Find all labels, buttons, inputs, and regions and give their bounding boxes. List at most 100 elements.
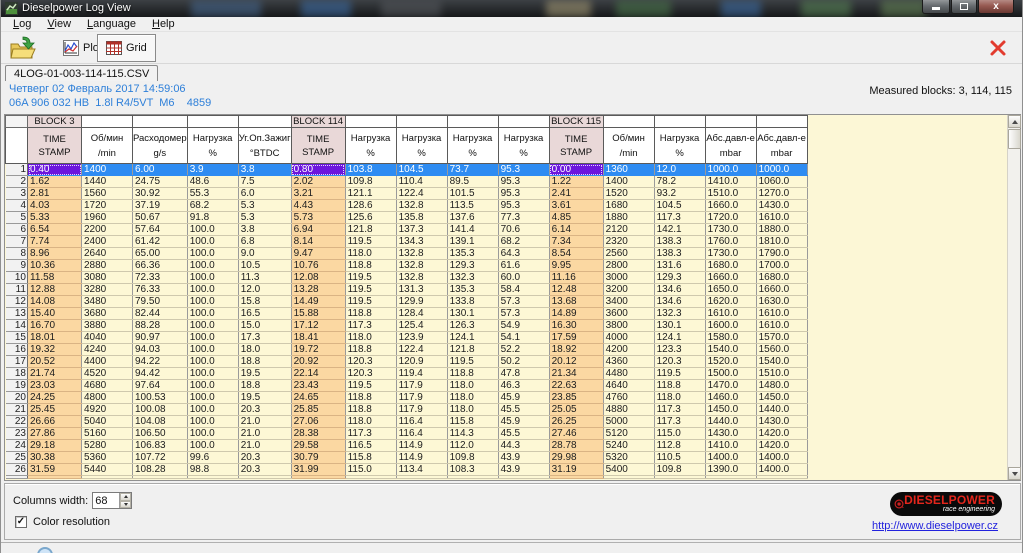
grid-cell[interactable]: 73.7 — [447, 164, 498, 176]
grid-cell[interactable]: 19.32 — [28, 344, 82, 356]
grid-cell[interactable]: 108.3 — [447, 464, 498, 476]
column-header[interactable]: TIMESTAMP — [291, 128, 345, 164]
grid-cell[interactable]: 1440.0 — [756, 404, 807, 416]
grid-cell[interactable]: 118.0 — [447, 404, 498, 416]
row-number[interactable]: 24 — [6, 440, 28, 452]
grid-cell[interactable]: 14.49 — [291, 296, 345, 308]
grid-cell[interactable]: 119.5 — [654, 368, 705, 380]
menu-item-help[interactable]: Help — [144, 18, 183, 30]
grid-cell[interactable]: 4680 — [82, 380, 133, 392]
grid-cell[interactable]: 12.48 — [549, 284, 603, 296]
grid-cell[interactable]: 16.5 — [238, 308, 291, 320]
grid-cell[interactable]: 115.8 — [345, 452, 396, 464]
grid-cell[interactable]: 2200 — [82, 224, 133, 236]
grid-cell[interactable]: 137.6 — [447, 212, 498, 224]
row-number[interactable]: 4 — [6, 200, 28, 212]
grid-cell[interactable]: 50.2 — [498, 356, 549, 368]
grid-cell[interactable]: 129.3 — [654, 272, 705, 284]
grid-cell[interactable]: 1000.0 — [705, 164, 756, 176]
grid-cell[interactable]: 1450.0 — [756, 392, 807, 404]
grid-cell[interactable]: 129.9 — [396, 296, 447, 308]
row-number[interactable]: 21 — [6, 404, 28, 416]
grid-cell[interactable]: 100.0 — [187, 392, 238, 404]
grid-cell[interactable]: 109.8 — [447, 452, 498, 464]
grid-cell[interactable]: 123.3 — [654, 344, 705, 356]
grid-cell[interactable]: 132.3 — [447, 272, 498, 284]
grid-cell[interactable]: 132.8 — [396, 200, 447, 212]
grid-cell[interactable]: 65.00 — [133, 248, 188, 260]
grid-cell[interactable]: 1570.0 — [756, 332, 807, 344]
grid-cell[interactable]: 1060.0 — [756, 176, 807, 188]
grid-cell[interactable]: 100.0 — [187, 320, 238, 332]
grid-cell[interactable]: 1700.0 — [756, 260, 807, 272]
grid-cell[interactable]: 72.33 — [133, 272, 188, 284]
column-header[interactable]: Об/мин/min — [603, 128, 654, 164]
grid-cell[interactable]: 6.54 — [28, 224, 82, 236]
grid-cell[interactable]: 118.0 — [654, 392, 705, 404]
grid-cell[interactable]: 1660.0 — [705, 272, 756, 284]
grid-cell[interactable]: 118.8 — [447, 368, 498, 380]
grid-cell[interactable]: 1960 — [82, 212, 133, 224]
grid-cell[interactable]: 28.38 — [291, 428, 345, 440]
grid-cell[interactable]: 31.59 — [28, 464, 82, 476]
grid-cell[interactable]: 104.5 — [654, 200, 705, 212]
grid-cell[interactable]: 125.6 — [345, 212, 396, 224]
grid-cell[interactable]: 14.89 — [549, 308, 603, 320]
open-file-button[interactable] — [8, 35, 36, 61]
grid-cell[interactable]: 0.40 — [28, 164, 82, 176]
scrollbar-thumb[interactable] — [1008, 129, 1021, 149]
columns-width-input[interactable] — [93, 493, 119, 508]
grid-cell[interactable]: 115.0 — [345, 464, 396, 476]
grid-cell[interactable]: 1650.0 — [705, 284, 756, 296]
grid-cell[interactable]: 134.3 — [396, 236, 447, 248]
grid-cell[interactable]: 2560 — [603, 248, 654, 260]
grid-cell[interactable]: 117.9 — [396, 380, 447, 392]
grid-cell[interactable]: 8.14 — [291, 236, 345, 248]
file-tab[interactable]: 4LOG-01-003-114-115.CSV — [5, 65, 158, 81]
grid-cell[interactable]: 30.79 — [291, 452, 345, 464]
row-number[interactable]: 12 — [6, 296, 28, 308]
grid-cell[interactable]: 100.0 — [187, 224, 238, 236]
grid-cell[interactable]: 37.19 — [133, 200, 188, 212]
row-number[interactable]: 19 — [6, 380, 28, 392]
grid-cell[interactable]: 4240 — [82, 344, 133, 356]
grid-cell[interactable]: 52.2 — [498, 344, 549, 356]
grid-cell[interactable]: 1720 — [82, 200, 133, 212]
column-header[interactable]: Нагрузка% — [396, 128, 447, 164]
row-number[interactable]: 7 — [6, 236, 28, 248]
grid-cell[interactable]: 3880 — [82, 320, 133, 332]
grid-cell[interactable]: 79.50 — [133, 296, 188, 308]
grid-cell[interactable]: 5.73 — [291, 212, 345, 224]
grid-cell[interactable]: 9.47 — [291, 248, 345, 260]
grid-cell[interactable]: 1560 — [82, 188, 133, 200]
grid-cell[interactable]: 95.3 — [498, 176, 549, 188]
grid-cell[interactable]: 5440 — [82, 464, 133, 476]
grid-cell[interactable]: 18.8 — [238, 380, 291, 392]
grid-cell[interactable]: 89.5 — [447, 176, 498, 188]
grid-cell[interactable]: 1520 — [603, 188, 654, 200]
grid-cell[interactable]: 3000 — [603, 272, 654, 284]
menu-item-language[interactable]: Language — [79, 18, 144, 30]
window-close-button[interactable]: x — [978, 0, 1014, 14]
grid-cell[interactable]: 77.3 — [498, 212, 549, 224]
grid-cell[interactable]: 4000 — [603, 332, 654, 344]
grid-cell[interactable]: 68.2 — [498, 236, 549, 248]
grid-cell[interactable]: 100.0 — [187, 356, 238, 368]
grid-cell[interactable]: 50.67 — [133, 212, 188, 224]
grid-cell[interactable]: 4.03 — [28, 200, 82, 212]
grid-cell[interactable]: 118.0 — [345, 248, 396, 260]
grid-cell[interactable]: 4040 — [82, 332, 133, 344]
grid-cell[interactable]: 27.86 — [28, 428, 82, 440]
grid-cell[interactable]: 112.8 — [654, 440, 705, 452]
grid-cell[interactable]: 103.8 — [345, 164, 396, 176]
grid-cell[interactable]: 100.53 — [133, 392, 188, 404]
grid-cell[interactable]: 94.03 — [133, 344, 188, 356]
grid-cell[interactable]: 100.0 — [187, 236, 238, 248]
grid-cell[interactable]: 109.8 — [654, 464, 705, 476]
grid-cell[interactable]: 13.28 — [291, 284, 345, 296]
grid-cell[interactable]: 15.8 — [238, 296, 291, 308]
grid-cell[interactable]: 95.3 — [498, 164, 549, 176]
grid-cell[interactable]: 61.6 — [498, 260, 549, 272]
grid-cell[interactable]: 137.3 — [396, 224, 447, 236]
grid-cell[interactable]: 27.46 — [549, 428, 603, 440]
